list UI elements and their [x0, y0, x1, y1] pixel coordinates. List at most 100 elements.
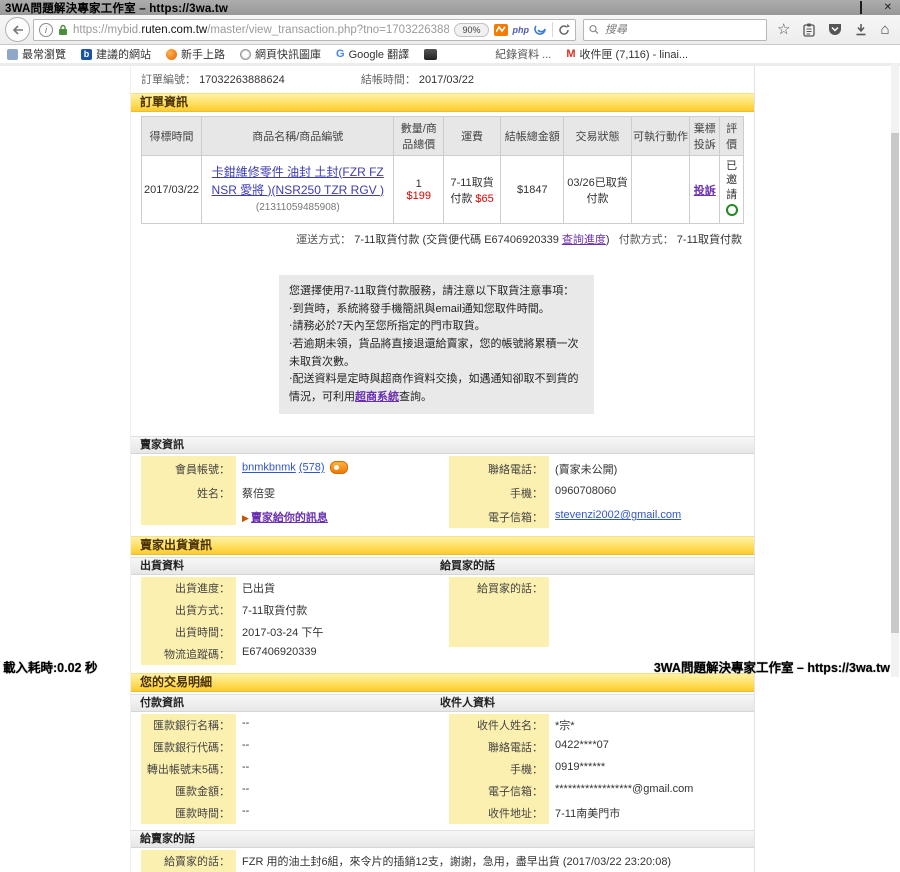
- ship-method-value: 7-11取貨付款 (交貨便代碼 E67406920339: [354, 234, 562, 246]
- extension-icon-blue[interactable]: [534, 24, 547, 36]
- arrow-right-icon: ▶: [242, 513, 249, 523]
- notice-line: ‧配送資料是定時與超商作資料交換，如遇通知卻取不到貨的情況，可利用超商系統查詢。: [289, 371, 584, 406]
- recipient-label: 收件人姓名：: [449, 714, 549, 736]
- close-button[interactable]: ✕: [884, 1, 892, 14]
- shipment-value: E67406920339: [236, 643, 317, 665]
- seller-email-link[interactable]: stevenzi2002@gmail.com: [555, 509, 681, 521]
- recipient-label: 聯絡電話：: [449, 736, 549, 758]
- download-icon[interactable]: [855, 23, 867, 36]
- status-cell: 03/26已取貨付款: [564, 156, 631, 224]
- url-path: /master/view_transaction.php?tno=1703226…: [207, 24, 449, 36]
- bookmark-item-records[interactable]: 紀錄資料 ...: [495, 46, 551, 62]
- pay-method-value: 7-11取貨付款: [677, 234, 742, 246]
- zoom-level-badge[interactable]: 90%: [454, 23, 488, 37]
- bookmark-item-thumbnail[interactable]: [424, 49, 437, 60]
- scrollbar[interactable]: [891, 63, 899, 677]
- grand-total-cell: $1847: [501, 156, 564, 224]
- wave-icon: [534, 24, 547, 36]
- bookmark-item-getting-started[interactable]: 新手上路: [166, 46, 225, 62]
- section-header-transaction: 您的交易明細: [131, 673, 754, 692]
- shipment-label: 出貨進度：: [141, 577, 236, 599]
- payment-label: 匯款時間：: [141, 802, 236, 824]
- recipient-label: 電子信箱：: [449, 780, 549, 802]
- extension-icon-orange[interactable]: [494, 24, 508, 36]
- notice-line4-tail: 查詢。: [399, 391, 432, 403]
- seller-account-link[interactable]: bnmkbnmk: [242, 462, 296, 474]
- seller-rating-count-link[interactable]: (578): [299, 462, 325, 474]
- window-controls: ✕: [838, 1, 892, 14]
- shipment-row: 出貨進度： 已出貨: [141, 577, 441, 599]
- bookmark-star-icon[interactable]: ☆: [777, 23, 790, 37]
- store-system-link[interactable]: 超商系統: [355, 391, 399, 403]
- shipment-subheaders: 出貨資料 給買家的話: [131, 557, 754, 575]
- payment-info-header: 付款資訊: [131, 695, 431, 711]
- bookmark-item-suggested-sites[interactable]: b 建議的網站: [81, 46, 151, 62]
- info-icon[interactable]: i: [39, 23, 53, 37]
- shipment-value: 7-11取貨付款: [236, 599, 307, 621]
- account-label: 會員帳號：: [141, 456, 236, 480]
- bookmark-label: 新手上路: [181, 46, 225, 62]
- col-rating: 評價: [720, 117, 744, 156]
- item-total: $199: [396, 190, 441, 202]
- col-product: 商品名稱/商品編號: [202, 117, 394, 156]
- bookmark-item-google-translate[interactable]: G Google 翻譯: [336, 46, 409, 62]
- urlbar-divider: [552, 22, 553, 37]
- url-bar[interactable]: i https://mybid.ruten.com.tw/master/view…: [33, 19, 576, 41]
- buyer-note-label: 給買家的話：: [449, 577, 549, 647]
- payment-row: 轉出帳號末5碼： --: [141, 758, 441, 780]
- seller-mobile-value: 0960708060: [549, 480, 616, 504]
- seller-phone-row: 聯絡電話： (賣家未公開): [449, 456, 744, 480]
- pocket-icon[interactable]: [828, 23, 842, 36]
- maximize-button[interactable]: [860, 1, 862, 14]
- suggested-sites-icon: b: [81, 49, 92, 60]
- seller-message-link[interactable]: 賣家給你的訊息: [251, 512, 328, 524]
- search-bar[interactable]: [583, 19, 767, 41]
- seller-name-label: 姓名：: [141, 480, 236, 504]
- watermark-site: 3WA問題解決專家工作室 – https://3wa.tw: [654, 657, 890, 676]
- bookmarks-bar: 最常瀏覽 b 建議的網站 新手上路 網頁快訊圖庫 G Google 翻譯 紀錄資…: [0, 45, 900, 64]
- bookmark-item-most-visited[interactable]: 最常瀏覽: [7, 46, 66, 62]
- section-header-seller-info: 賣家資訊: [131, 436, 754, 454]
- reload-icon: [558, 24, 570, 36]
- reload-button[interactable]: [558, 24, 570, 36]
- bookmark-item-web-slice-gallery[interactable]: 網頁快訊圖庫: [240, 46, 321, 62]
- globe-icon: [240, 49, 251, 60]
- complaint-link[interactable]: 投訴: [694, 185, 716, 197]
- window-titlebar: 3WA問題解決專家工作室 – https://3wa.tw ✕: [0, 0, 900, 15]
- recipient-row: 收件地址： 7-11南美門市: [449, 802, 744, 824]
- navigation-toolbar: i https://mybid.ruten.com.tw/master/view…: [0, 15, 900, 45]
- seller-name-value: 蔡倍雯: [236, 480, 275, 504]
- window-title: 3WA問題解決專家工作室 – https://3wa.tw: [5, 0, 228, 16]
- bookmarks-menu-icon[interactable]: [803, 23, 815, 37]
- track-progress-link[interactable]: 查詢進度: [562, 234, 606, 246]
- buyer-message-grid: 給賣家的話： FZR 用的油土封6組，來令片的插銷12支，謝謝，急用，盡早出貨 …: [131, 848, 754, 872]
- product-link[interactable]: 卡鉗維修零件 油封 土封(FZR FZ NSR 愛將 )(NSR250 TZR …: [212, 165, 384, 197]
- payment-value: --: [236, 780, 249, 802]
- shipping-payment-line: 運送方式： 7-11取貨付款 (交貨便代碼 E67406920339 查詢進度)…: [131, 224, 754, 251]
- scrollbar-thumb[interactable]: [891, 133, 899, 633]
- rating-positive-icon: [726, 204, 738, 216]
- seller-mobile-row: 手機： 0960708060: [449, 480, 744, 504]
- payment-row: 匯款銀行名稱： --: [141, 714, 441, 736]
- home-icon[interactable]: ⌂: [880, 23, 889, 37]
- url-text[interactable]: https://mybid.ruten.com.tw/master/view_t…: [73, 24, 449, 36]
- col-qty-total: 數量/商品總價: [394, 117, 444, 156]
- url-domain: ruten.com.tw: [141, 24, 207, 36]
- payment-label: 匯款金額：: [141, 780, 236, 802]
- shipment-row: 出貨時間： 2017-03-24 下午: [141, 621, 441, 643]
- back-button[interactable]: [5, 17, 30, 42]
- ship-close-paren: ): [606, 234, 610, 246]
- lock-icon[interactable]: [58, 24, 68, 36]
- url-prefix: https://mybid.: [73, 24, 141, 36]
- buyer-note-row: 給買家的話：: [449, 577, 744, 647]
- shipment-value: 已出貨: [236, 577, 275, 599]
- extension-icon-php[interactable]: php: [513, 25, 530, 35]
- recipient-value: *宗*: [549, 714, 575, 736]
- bookmark-item-gmail-inbox[interactable]: M 收件匣 (7,116) - linai...: [566, 46, 688, 62]
- quantity: 1: [396, 178, 441, 190]
- complaint-cell: 投訴: [690, 156, 720, 224]
- payment-value: --: [236, 802, 249, 824]
- col-status: 交易狀態: [564, 117, 631, 156]
- search-input[interactable]: [603, 23, 761, 37]
- col-win-time: 得標時間: [142, 117, 202, 156]
